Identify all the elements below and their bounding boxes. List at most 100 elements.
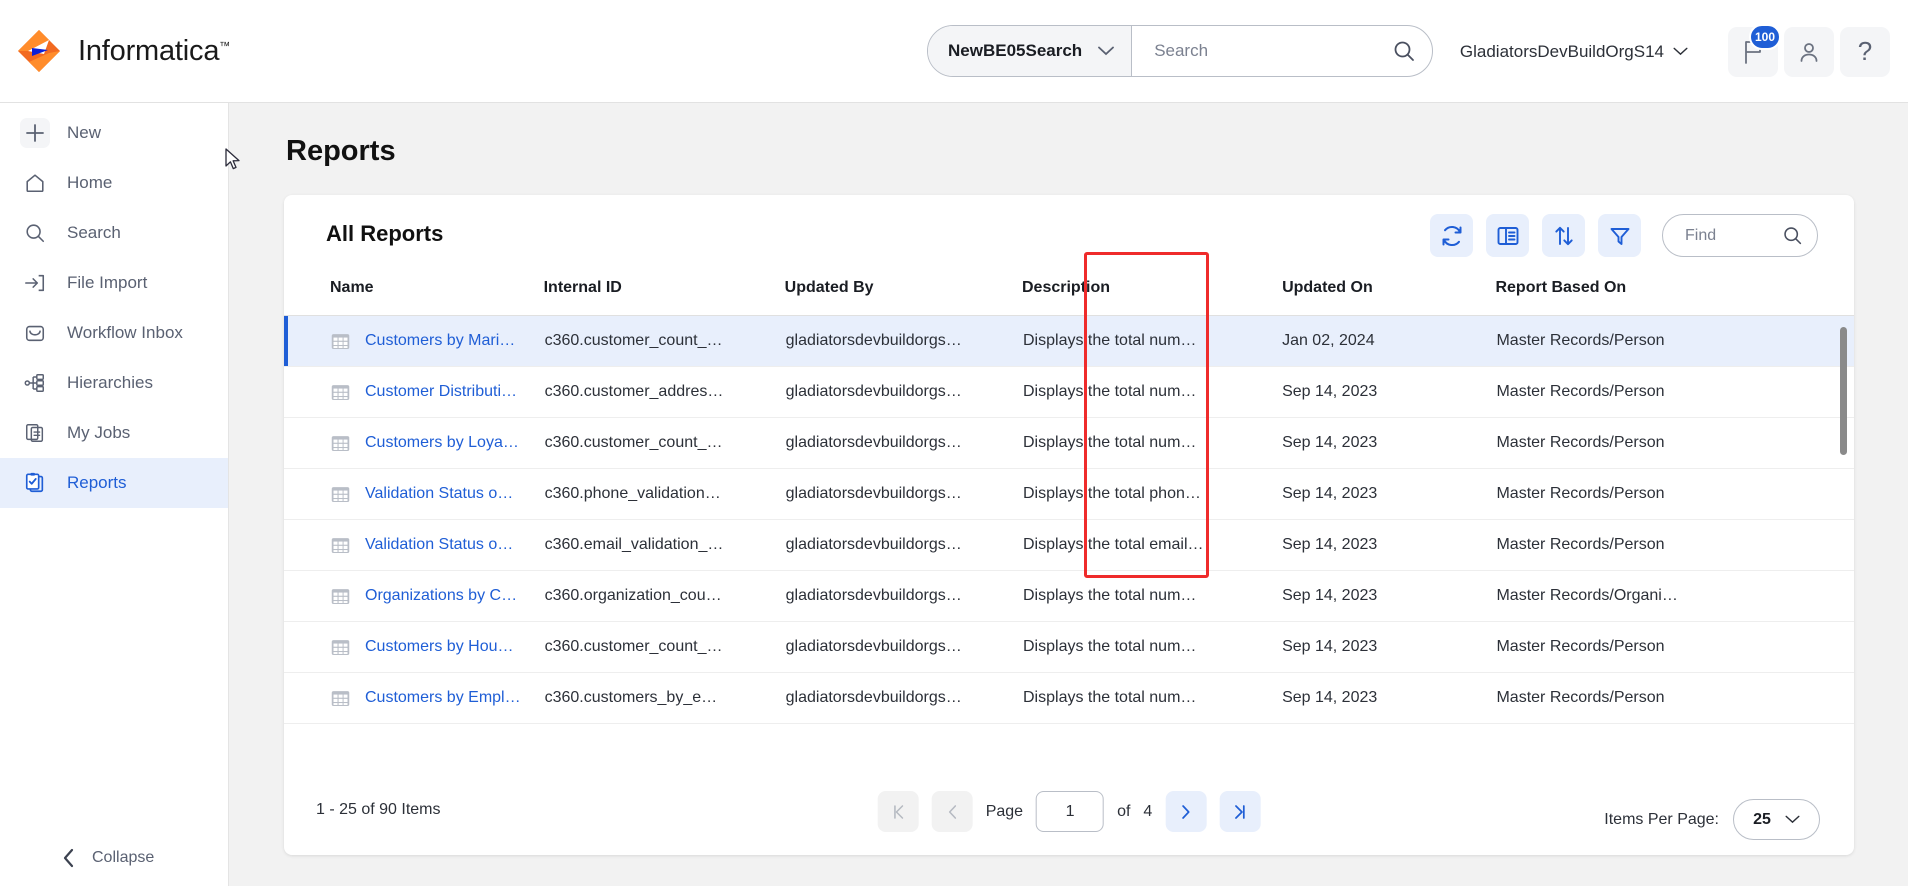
card-title: All Reports	[326, 221, 444, 246]
sidebar-item-label: File Import	[67, 273, 148, 292]
column-header-report-based-on[interactable]: Report Based On	[1495, 273, 1854, 316]
sidebar-item-home[interactable]: Home	[0, 158, 228, 208]
sidebar-item-workflow-inbox[interactable]: Workflow Inbox	[0, 308, 228, 358]
report-name-link[interactable]: Customer Distributi…	[365, 383, 517, 401]
table-row[interactable]: Validation Status o… c360.phone_validatio…	[284, 468, 1854, 520]
sidebar-item-label: Hierarchies	[67, 373, 153, 392]
first-page-icon	[893, 804, 903, 819]
table-scrollbar[interactable]	[1840, 327, 1847, 755]
chevron-left-icon	[948, 804, 956, 819]
cell-internal-id: c360.email_validation_…	[543, 519, 785, 571]
column-header-updated-by[interactable]: Updated By	[784, 273, 1022, 316]
cell-description: Displays the total num…	[1022, 315, 1264, 367]
of-label: of	[1117, 802, 1131, 820]
items-per-page-dropdown[interactable]: 25	[1733, 799, 1820, 840]
filter-button[interactable]	[1598, 214, 1641, 257]
search-input[interactable]	[1152, 40, 1393, 62]
last-page-icon	[1235, 804, 1245, 819]
all-reports-card: All Reports Find Name Internal ID Update…	[284, 195, 1854, 855]
report-name-link[interactable]: Organizations by C…	[365, 587, 517, 605]
column-header-name[interactable]: Name	[284, 273, 544, 316]
last-page-button[interactable]	[1219, 791, 1261, 832]
sidebar-item-label: Home	[67, 173, 113, 192]
table-header: Name Internal ID Updated By Description …	[284, 273, 1854, 316]
cell-description: Displays the total num…	[1022, 417, 1264, 469]
report-name-link[interactable]: Validation Status o…	[365, 536, 513, 554]
cell-name[interactable]: Customers by Hou…	[284, 621, 544, 673]
user-profile-button[interactable]	[1784, 26, 1834, 77]
find-input[interactable]	[1683, 225, 1782, 246]
table-row[interactable]: Validation Status o… c360.email_validatio…	[284, 519, 1854, 571]
cell-internal-id: c360.customer_count_…	[543, 315, 785, 367]
brand-name: Informatica™	[78, 35, 230, 68]
cell-description: Displays the total num…	[1022, 570, 1264, 622]
org-name: GladiatorsDevBuildOrgS14	[1459, 41, 1664, 61]
search-icon[interactable]	[1392, 39, 1416, 63]
first-page-button[interactable]	[877, 791, 919, 832]
sort-button[interactable]	[1542, 214, 1585, 257]
cell-name[interactable]: Customers by Loya…	[284, 417, 544, 469]
item-count-label: 1 - 25 of 90 Items	[316, 801, 441, 818]
table-row[interactable]: Organizations by C… c360.organization_cou…	[284, 570, 1854, 622]
previous-page-button[interactable]	[931, 791, 973, 832]
pagination-controls: Page of 4	[877, 791, 1261, 832]
report-grid-icon	[331, 384, 350, 400]
cell-name[interactable]: Customer Distributi…	[284, 366, 544, 418]
find-field	[1662, 214, 1818, 257]
collapse-sidebar-button[interactable]: Collapse	[0, 830, 229, 886]
notifications-button[interactable]: 100	[1728, 23, 1781, 77]
columns-icon	[1497, 226, 1518, 245]
cell-name[interactable]: Organizations by C…	[284, 570, 544, 622]
columns-button[interactable]	[1486, 214, 1529, 257]
report-name-link[interactable]: Validation Status o…	[365, 485, 513, 503]
table-row[interactable]: Customers by Mari… c360.customer_count_… g…	[284, 315, 1854, 367]
org-dropdown[interactable]: GladiatorsDevBuildOrgS14	[1460, 42, 1688, 62]
sidebar-item-file-import[interactable]: File Import	[0, 258, 228, 308]
cell-report-based-on: Master Records/Person	[1495, 672, 1854, 724]
sidebar-item-reports[interactable]: Reports	[0, 458, 228, 508]
cell-description: Displays the total email…	[1022, 519, 1264, 571]
table-row[interactable]: Customers by Loya… c360.customer_count_… g…	[284, 417, 1854, 469]
search-scope-dropdown[interactable]: NewBE05Search	[928, 26, 1133, 76]
sidebar-item-hierarchies[interactable]: Hierarchies	[0, 358, 228, 408]
cell-name[interactable]: Customers by Empl…	[284, 672, 544, 724]
cell-name[interactable]: Validation Status o…	[284, 519, 544, 571]
column-header-updated-on[interactable]: Updated On	[1263, 273, 1496, 316]
report-grid-icon	[331, 639, 350, 655]
column-header-description[interactable]: Description	[1022, 273, 1264, 316]
cell-updated-by: gladiatorsdevbuildorgs…	[784, 417, 1022, 469]
global-search-field	[1132, 26, 1432, 76]
report-name-link[interactable]: Customers by Hou…	[365, 638, 514, 656]
cell-internal-id: c360.customer_addres…	[543, 366, 785, 418]
cell-internal-id: c360.customers_by_e…	[543, 672, 785, 724]
sidebar: New Home Search File Import Workflow Inb…	[0, 103, 229, 886]
report-name-link[interactable]: Customers by Loya…	[365, 434, 519, 452]
report-grid-icon	[331, 435, 350, 451]
report-name-link[interactable]: Customers by Mari…	[365, 332, 515, 350]
refresh-button[interactable]	[1430, 214, 1473, 257]
sidebar-item-my-jobs[interactable]: My Jobs	[0, 408, 228, 458]
items-per-page-value: 25	[1753, 810, 1771, 828]
scrollbar-thumb[interactable]	[1840, 327, 1847, 455]
report-name-link[interactable]: Customers by Empl…	[365, 689, 521, 707]
cell-name[interactable]: Validation Status o…	[284, 468, 544, 520]
table-row[interactable]: Customer Distributi… c360.customer_addres…	[284, 366, 1854, 418]
help-button[interactable]: ?	[1840, 26, 1890, 77]
table-row[interactable]: Customers by Empl… c360.customers_by_e… gl…	[284, 672, 1854, 724]
top-header: Informatica™ NewBE05Search GladiatorsDev…	[0, 0, 1908, 103]
next-page-button[interactable]	[1165, 791, 1207, 832]
reports-icon	[20, 468, 50, 498]
page-number-input[interactable]	[1036, 791, 1105, 832]
header-actions: GladiatorsDevBuildOrgS14 100 ?	[1460, 0, 1890, 103]
person-icon	[1800, 42, 1818, 62]
report-grid-icon	[331, 333, 350, 349]
column-header-internal-id[interactable]: Internal ID	[543, 273, 785, 316]
sidebar-item-new[interactable]: New	[0, 108, 228, 158]
chevron-down-icon	[1785, 815, 1800, 824]
hierarchy-icon	[20, 368, 50, 398]
table-row[interactable]: Customers by Hou… c360.customer_count_… gl…	[284, 621, 1854, 673]
cell-name[interactable]: Customers by Mari…	[284, 315, 544, 367]
search-icon[interactable]	[1782, 225, 1803, 246]
sidebar-item-search[interactable]: Search	[0, 208, 228, 258]
informatica-logo-icon	[16, 28, 62, 74]
